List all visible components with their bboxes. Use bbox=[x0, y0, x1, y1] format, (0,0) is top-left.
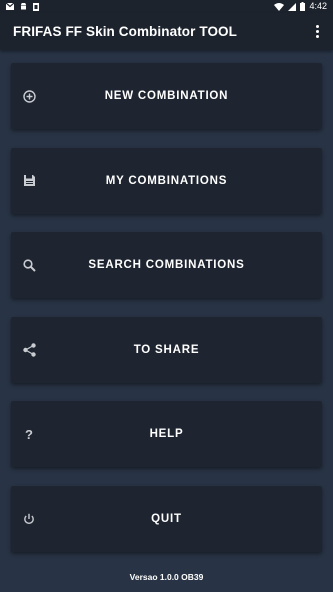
app-title: FRIFAS FF Skin Combinator TOOL bbox=[13, 24, 238, 39]
quit-button[interactable]: QUIT bbox=[11, 485, 322, 552]
new-combination-button[interactable]: NEW COMBINATION bbox=[11, 63, 322, 129]
main-menu: NEW COMBINATION MY COMBINATIONS SEARCH C… bbox=[11, 63, 322, 570]
app-bar: FRIFAS FF Skin Combinator TOOL bbox=[0, 13, 333, 50]
my-combinations-button[interactable]: MY COMBINATIONS bbox=[11, 147, 322, 214]
new-combination-label: NEW COMBINATION bbox=[104, 90, 229, 102]
share-button[interactable]: TO SHARE bbox=[11, 316, 322, 383]
search-combinations-label: SEARCH COMBINATIONS bbox=[88, 259, 245, 271]
notification-icon bbox=[33, 2, 39, 11]
more-vert-icon[interactable] bbox=[309, 23, 325, 40]
status-time: 4:42 bbox=[309, 1, 327, 11]
system-icons: 4:42 bbox=[274, 0, 327, 13]
notification-icons bbox=[6, 0, 39, 13]
my-combinations-label: MY COMBINATIONS bbox=[105, 174, 228, 187]
battery-icon bbox=[300, 2, 306, 11]
help-label: HELP bbox=[149, 428, 184, 440]
signal-icon bbox=[288, 2, 297, 11]
quit-label: QUIT bbox=[151, 512, 182, 525]
share-label: TO SHARE bbox=[133, 343, 200, 356]
status-bar: 4:42 bbox=[0, 0, 333, 13]
android-icon bbox=[21, 2, 26, 9]
search-combinations-button[interactable]: SEARCH COMBINATIONS bbox=[11, 232, 322, 298]
wifi-icon bbox=[274, 2, 285, 11]
gmail-icon bbox=[6, 3, 14, 10]
version-text: Versao 1.0.0 OB39 bbox=[129, 572, 204, 582]
help-button[interactable]: ? HELP bbox=[11, 401, 322, 467]
